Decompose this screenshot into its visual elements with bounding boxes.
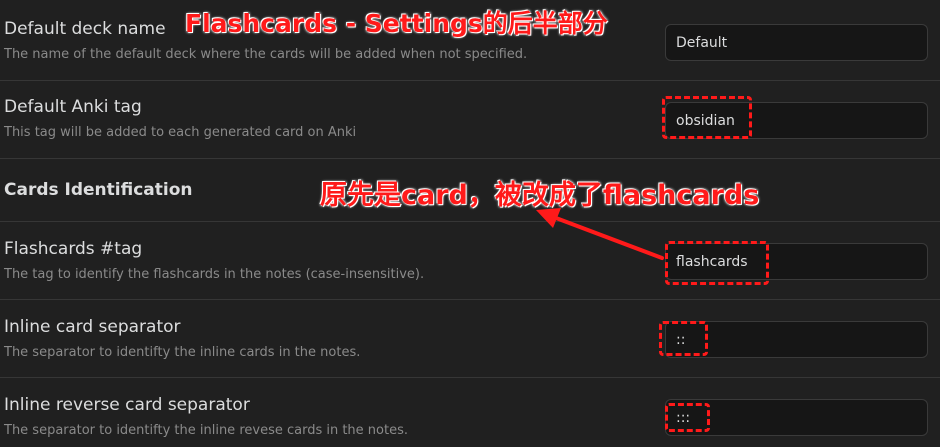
annotation-arrow: [536, 208, 664, 260]
